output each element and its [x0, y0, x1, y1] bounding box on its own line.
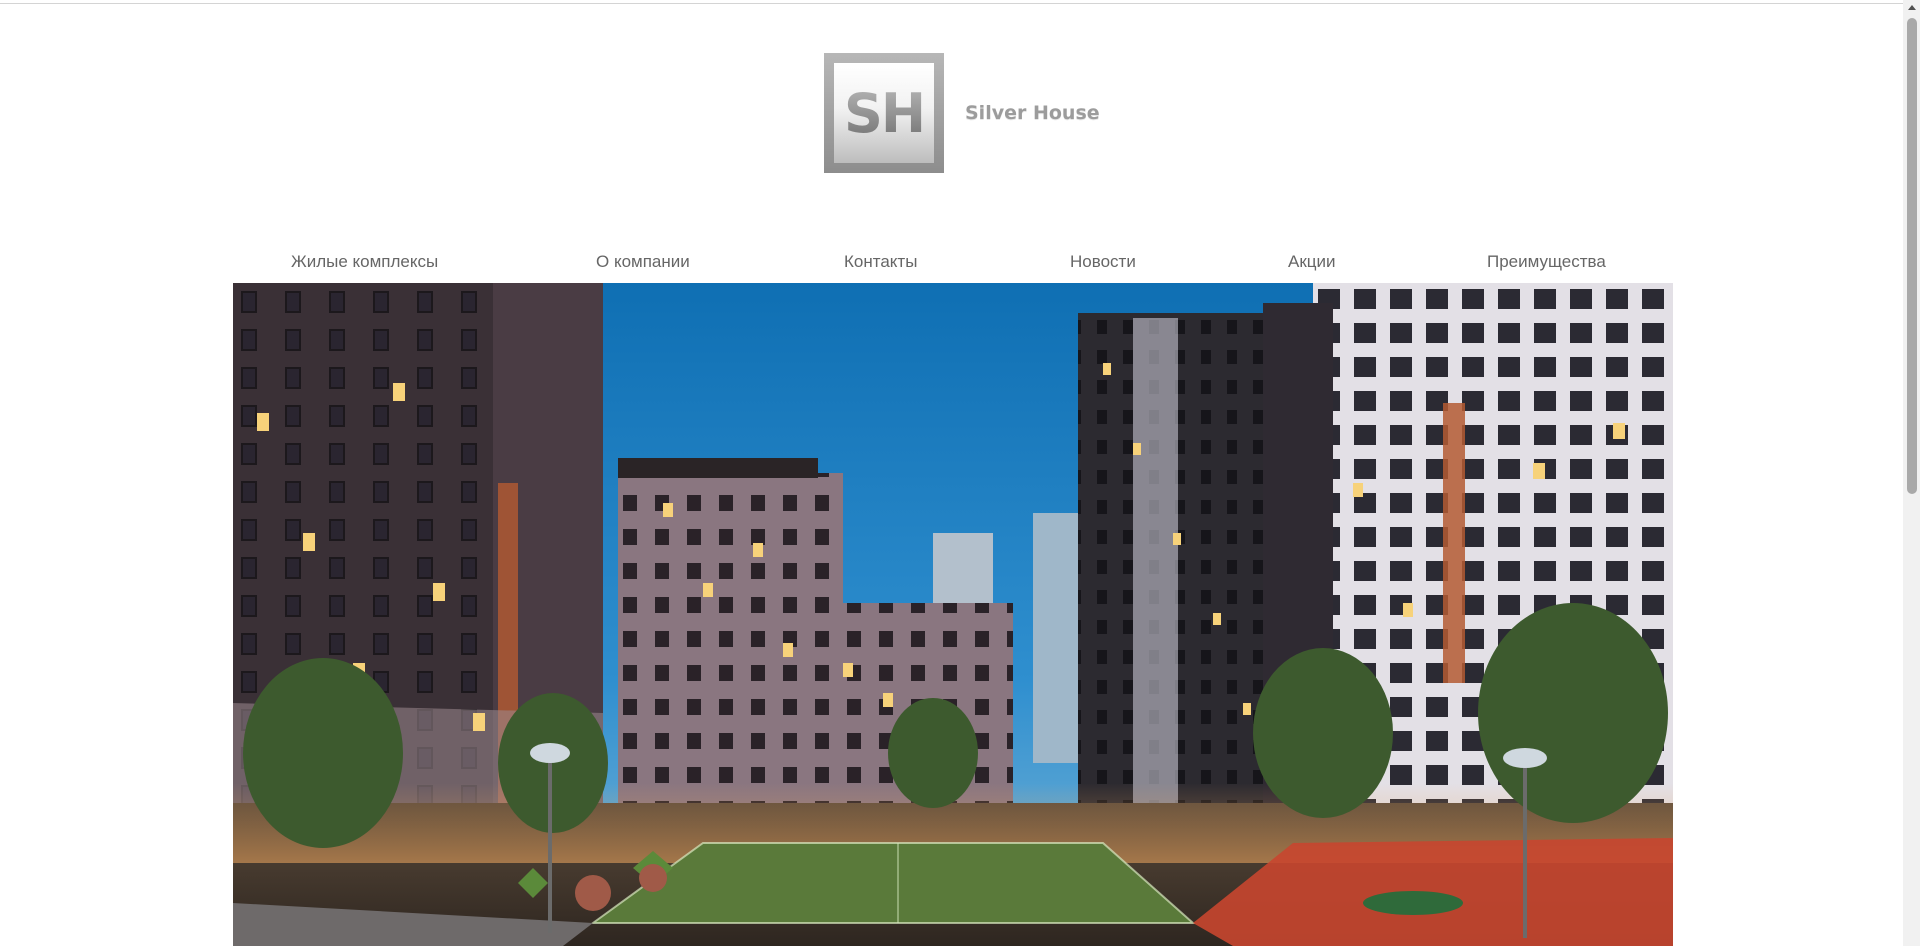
main-nav: Жилые комплексы О компании Контакты Ново… [233, 252, 1673, 276]
scroll-up-arrow-icon[interactable] [1908, 5, 1916, 10]
hero-illustration [233, 283, 1673, 946]
nav-item-news[interactable]: Новости [1070, 252, 1136, 272]
nav-item-promotions[interactable]: Акции [1288, 252, 1336, 272]
scrollbar-thumb[interactable] [1907, 18, 1917, 494]
logo-mark: SH [824, 53, 944, 173]
nav-item-residential-complexes[interactable]: Жилые комплексы [291, 252, 438, 272]
top-divider [0, 3, 1903, 4]
nav-item-advantages[interactable]: Преимущества [1487, 252, 1606, 272]
nav-item-about-company[interactable]: О компании [596, 252, 690, 272]
site-logo[interactable]: SH Silver House [824, 53, 1100, 173]
hero-image [233, 283, 1673, 946]
vertical-scrollbar[interactable] [1903, 0, 1920, 946]
logo-name: Silver House [965, 102, 1100, 124]
logo-monogram: SH [843, 81, 926, 145]
nav-item-contacts[interactable]: Контакты [844, 252, 917, 272]
